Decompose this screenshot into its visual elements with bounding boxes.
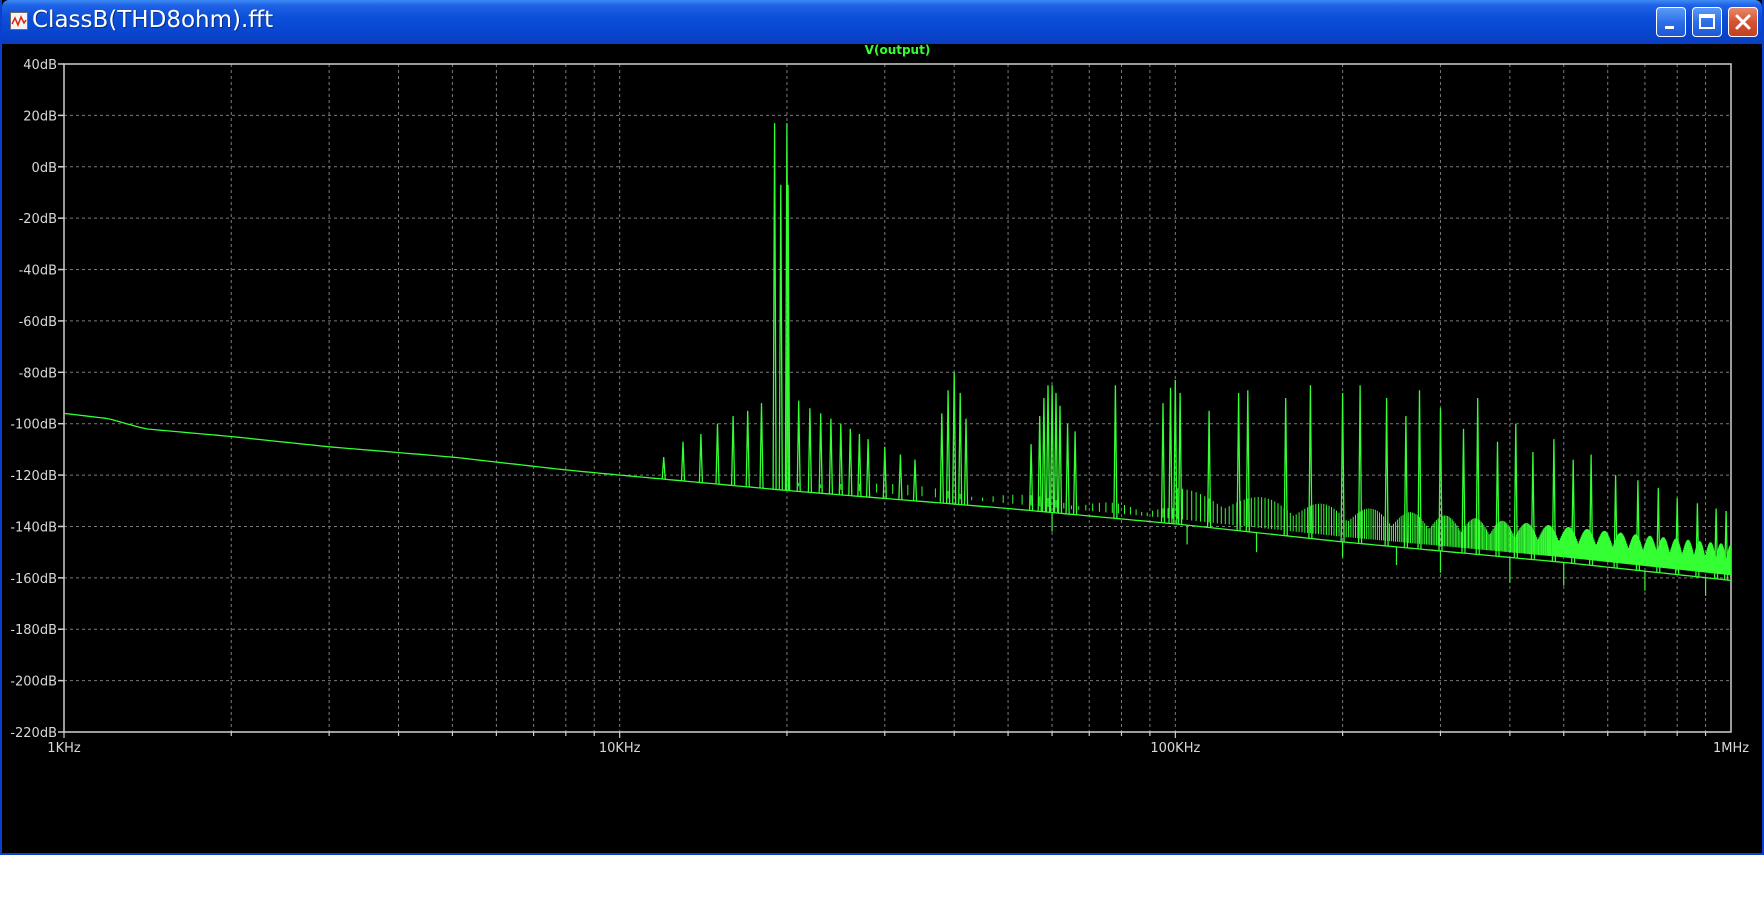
plot-frame	[63, 63, 1732, 733]
spectral-peak	[730, 415, 736, 486]
minimize-icon	[1665, 26, 1674, 29]
x-tick-label: 1KHz	[47, 741, 81, 756]
spectral-peak	[1072, 431, 1078, 515]
y-tick-label: -40dB	[19, 264, 57, 279]
y-tick-label: -20dB	[19, 212, 57, 227]
spectral-peak	[1113, 385, 1118, 519]
spectral-peak	[1177, 392, 1183, 525]
spectral-peak	[1403, 415, 1409, 548]
y-tick-label: 0dB	[32, 161, 57, 176]
spectral-peak	[1053, 392, 1059, 513]
spectral-peak	[1045, 385, 1051, 513]
spectral-peak	[661, 457, 666, 480]
fft-chart[interactable]: 40dB 20dB 0dB -20dB -40dB -60dB -80dB -100dB -12…	[2, 44, 1762, 853]
x-tick-label: 100KHz	[1150, 741, 1200, 756]
series-baseline	[63, 412, 1732, 582]
spectral-peak	[1283, 397, 1288, 536]
spectral-peak	[848, 428, 853, 496]
spectral-peak	[796, 400, 801, 492]
waveform-app-icon	[10, 12, 28, 30]
spectral-peak	[1384, 397, 1389, 547]
y-tick-label: -80dB	[19, 366, 57, 381]
spectral-peak	[1495, 441, 1500, 557]
spectral-peak	[945, 390, 951, 504]
window-title: ClassB(THD8ohm).fft	[32, 7, 274, 33]
minimize-button[interactable]	[1656, 7, 1686, 37]
spectral-peak	[1461, 428, 1466, 554]
spectral-peak	[1513, 423, 1518, 559]
spectral-peak	[1475, 397, 1480, 555]
spectral-peak	[818, 413, 823, 494]
spectral-peak	[898, 454, 903, 500]
chart-grid	[64, 64, 1731, 732]
fft-window: ClassB(THD8ohm).fft 40dB 20dB 0dB -20dB -40d…	[0, 0, 1764, 855]
series-layer	[63, 123, 1732, 596]
plot-area[interactable]: 40dB 20dB 0dB -20dB -40dB -60dB -80dB -100dB -12…	[2, 44, 1762, 853]
y-tick-label: -200dB	[10, 675, 57, 690]
spectral-peak	[778, 184, 783, 490]
y-tick-label: -120dB	[10, 469, 57, 484]
spectral-peak	[828, 418, 834, 495]
x-tick-label: 1MHz	[1713, 741, 1749, 756]
spectral-peak	[772, 123, 777, 490]
spectral-peak	[912, 459, 918, 501]
spectral-peak	[958, 392, 963, 505]
y-tick-label: -180dB	[10, 623, 57, 638]
axis-ticks: 40dB 20dB 0dB -20dB -40dB -60dB -80dB -100dB -12…	[10, 58, 1749, 756]
y-tick-label: -220dB	[10, 726, 57, 741]
close-icon	[1735, 14, 1751, 30]
title-bar[interactable]: ClassB(THD8ohm).fft	[2, 0, 1762, 44]
spectral-peak	[939, 413, 944, 504]
spectral-peak	[745, 410, 750, 487]
spectral-peak	[1057, 405, 1063, 514]
trace-label[interactable]: V(output)	[865, 44, 931, 57]
maximize-icon	[1699, 14, 1715, 29]
y-tick-label: 20dB	[23, 109, 57, 124]
spectral-peak	[1041, 397, 1047, 512]
spectral-peak	[865, 439, 871, 498]
spectral-peak	[1236, 392, 1241, 531]
y-tick-label: -140dB	[10, 520, 57, 535]
close-button[interactable]	[1728, 7, 1758, 37]
y-tick-label: -60dB	[19, 315, 57, 330]
spectral-peak	[1160, 403, 1166, 523]
y-tick-label: -100dB	[10, 418, 57, 433]
y-tick-label: -160dB	[10, 572, 57, 587]
y-tick-label: 40dB	[23, 58, 57, 73]
spectral-peak	[963, 418, 969, 506]
spectral-peak	[1168, 387, 1173, 524]
spectral-peak	[807, 408, 813, 493]
maximize-button[interactable]	[1692, 7, 1722, 37]
spectral-peak	[1065, 423, 1070, 515]
spectral-peak	[715, 423, 720, 485]
x-tick-label: 10KHz	[599, 741, 641, 756]
